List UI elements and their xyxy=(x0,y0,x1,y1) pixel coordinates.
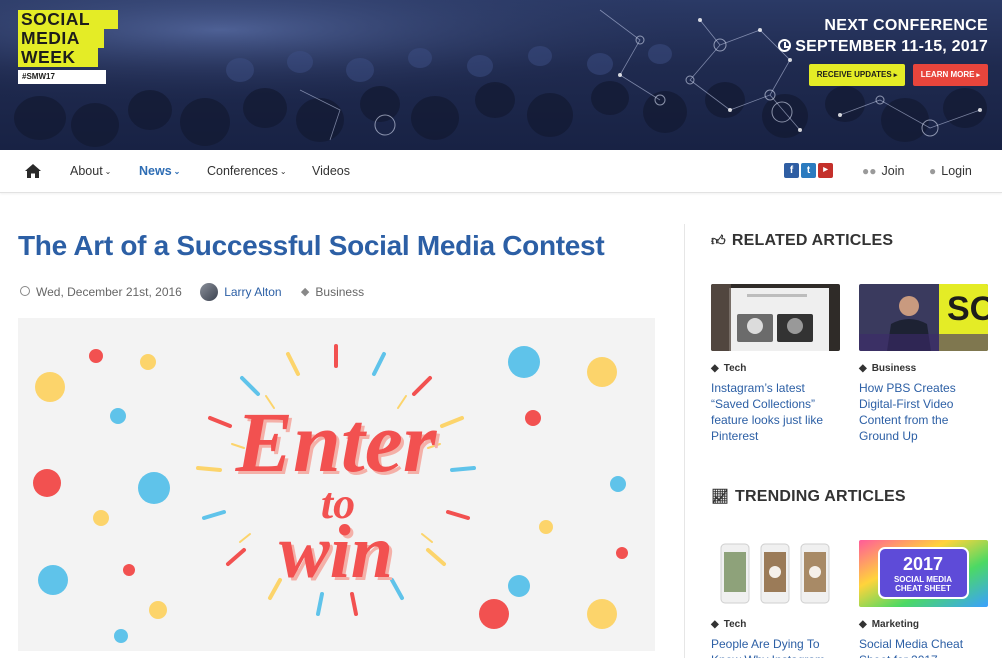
win-word: win xyxy=(279,510,393,594)
receive-updates-button[interactable]: RECEIVE UPDATES ▸ xyxy=(808,64,906,86)
article-category[interactable]: Tech xyxy=(724,363,747,374)
thumb-line-3: CHEAT SHEET xyxy=(895,584,951,593)
article-thumbnail[interactable]: 2017 SOCIAL MEDIA CHEAT SHEET xyxy=(859,540,988,607)
article-featured-image: Enter Enter to win win xyxy=(18,318,655,651)
article-headline[interactable]: How PBS Creates Digital-First Video Cont… xyxy=(859,380,988,444)
tag-icon: ◆ xyxy=(300,286,310,299)
article-category[interactable]: Business xyxy=(872,363,916,374)
join-link[interactable]: ●● Join xyxy=(862,164,904,178)
article-thumbnail[interactable] xyxy=(711,540,840,607)
cheat-sheet-thumbnail: 2017 SOCIAL MEDIA CHEAT SHEET xyxy=(859,540,988,607)
tag-icon: ◆ xyxy=(859,363,867,374)
trending-articles-title: TRENDING ARTICLES xyxy=(734,488,906,505)
next-conference-block: NEXT CONFERENCE SEPTEMBER 11-15, 2017 RE… xyxy=(778,17,988,86)
chevron-down-icon: ⌄ xyxy=(279,167,287,176)
article-title: The Art of a Successful Social Media Con… xyxy=(18,230,605,261)
enter-word: Enter xyxy=(235,394,438,490)
user-icon: ● xyxy=(929,164,937,178)
smw-logo[interactable]: SOCIAL MEDIA WEEK #SMW17 xyxy=(18,10,118,84)
related-articles-title: RELATED ARTICLES xyxy=(731,232,894,249)
article-category[interactable]: Tech xyxy=(724,619,747,630)
nav-item-about-label: About xyxy=(70,164,103,178)
thumb-line-2: SOCIAL MEDIA xyxy=(894,575,952,584)
nav-item-news[interactable]: News ⌄ xyxy=(139,164,180,178)
enter-to-win-illustration: Enter Enter to win win xyxy=(18,318,655,651)
join-label: Join xyxy=(881,164,905,178)
article-headline[interactable]: People Are Dying To Know Why Instagram xyxy=(711,636,840,658)
logo-line-1: SOCIAL xyxy=(18,10,118,29)
youtube-icon[interactable]: ▶ xyxy=(818,163,833,178)
article-date: Wed, December 21st, 2016 xyxy=(36,285,182,299)
hero-banner: SOCIAL MEDIA WEEK #SMW17 NEXT CONFERENCE… xyxy=(0,0,1002,150)
conference-dates-row: SEPTEMBER 11-15, 2017 xyxy=(778,38,988,56)
trending-articles-heading: 📈︎ TRENDING ARTICLES xyxy=(711,488,906,506)
nav-item-news-label: News xyxy=(139,164,172,178)
related-articles-heading: 👍︎ RELATED ARTICLES xyxy=(711,232,893,250)
tag-icon: ◆ xyxy=(859,619,867,630)
related-article-card[interactable]: SO ◆ Business How PBS Creates Digital-Fir… xyxy=(859,284,988,444)
chevron-down-icon: ⌄ xyxy=(173,167,181,176)
main-nav: About ⌄ News ⌄ Conferences ⌄ Videos f t ▶ ●● J… xyxy=(0,150,1002,193)
caret-right-icon: ▸ xyxy=(976,72,980,79)
article-category-row: ◆ Tech xyxy=(711,363,840,374)
article-thumbnail[interactable]: SO xyxy=(859,284,988,351)
next-conference-label: NEXT CONFERENCE xyxy=(824,17,988,34)
article-author[interactable]: Larry Alton xyxy=(224,285,281,299)
sidebar-divider xyxy=(684,224,685,658)
related-article-card[interactable]: ◆ Tech Instagram’s latest “Saved Collecti… xyxy=(711,284,840,444)
line-chart-icon: 📈︎ xyxy=(711,488,729,504)
tag-icon: ◆ xyxy=(711,363,719,374)
article-category-row: ◆ Business xyxy=(859,363,988,374)
logo-line-3: WEEK xyxy=(18,48,98,67)
instagram-collections-thumbnail xyxy=(711,284,840,351)
trending-article-card[interactable]: 2017 SOCIAL MEDIA CHEAT SHEET ◆ Marketing… xyxy=(859,540,988,658)
pbs-speaker-thumbnail: SO xyxy=(859,284,988,351)
nav-item-videos-label: Videos xyxy=(312,164,350,178)
clock-icon xyxy=(778,39,792,52)
article-category-row: ◆ Marketing xyxy=(859,619,988,630)
article-meta: Wed, December 21st, 2016 Larry Alton ◆ Bu… xyxy=(20,283,364,301)
logo-line-2: MEDIA xyxy=(18,29,104,48)
tag-icon: ◆ xyxy=(711,619,719,630)
home-icon[interactable] xyxy=(24,163,42,179)
article-category[interactable]: Marketing xyxy=(872,619,919,630)
users-icon: ●● xyxy=(862,164,877,178)
learn-more-label: LEARN MORE xyxy=(920,70,975,79)
learn-more-button[interactable]: LEARN MORE ▸ xyxy=(912,64,988,86)
article-thumbnail[interactable] xyxy=(711,284,840,351)
chevron-down-icon: ⌄ xyxy=(104,167,112,176)
receive-updates-label: RECEIVE UPDATES xyxy=(816,70,892,79)
login-label: Login xyxy=(941,164,972,178)
nav-item-videos[interactable]: Videos xyxy=(312,164,350,178)
clock-icon xyxy=(20,286,30,297)
article-category-row: ◆ Tech xyxy=(711,619,840,630)
thumb-year: 2017 xyxy=(903,554,943,574)
login-link[interactable]: ● Login xyxy=(929,164,972,178)
article-headline[interactable]: Instagram’s latest “Saved Collections” f… xyxy=(711,380,840,444)
facebook-icon[interactable]: f xyxy=(784,163,799,178)
thumbs-up-icon: 👍︎ xyxy=(711,232,726,248)
nav-item-about[interactable]: About ⌄ xyxy=(70,164,111,178)
instagram-phones-thumbnail xyxy=(711,540,840,607)
logo-hashtag: #SMW17 xyxy=(18,70,106,84)
social-links: f t ▶ xyxy=(784,163,835,181)
article-headline[interactable]: Social Media Cheat Sheet for 2017 xyxy=(859,636,988,658)
twitter-icon[interactable]: t xyxy=(801,163,816,178)
hero-cta-buttons: RECEIVE UPDATES ▸ LEARN MORE ▸ xyxy=(778,64,988,86)
trending-article-card[interactable]: ◆ Tech People Are Dying To Know Why Insta… xyxy=(711,540,840,658)
svg-text:SO: SO xyxy=(947,290,988,328)
nav-item-conferences[interactable]: Conferences ⌄ xyxy=(207,164,287,178)
author-avatar[interactable] xyxy=(200,283,219,301)
nav-item-conferences-label: Conferences xyxy=(207,164,278,178)
caret-right-icon: ▸ xyxy=(893,72,898,79)
conference-dates: SEPTEMBER 11-15, 2017 xyxy=(795,38,988,55)
article-category[interactable]: Business xyxy=(315,285,364,299)
